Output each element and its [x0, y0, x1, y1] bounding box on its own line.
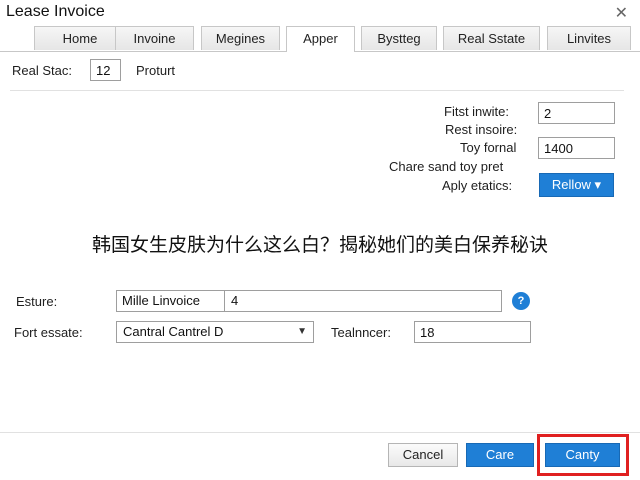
help-icon[interactable]: ? — [512, 292, 530, 310]
tab-bar: Home Invoine Megines Apper Bystteg Real … — [0, 26, 640, 52]
first-invite-label: Fitst inwite: — [444, 104, 510, 119]
tealnncer-input[interactable] — [414, 321, 531, 343]
tab-bystteg[interactable]: Bystteg — [361, 26, 437, 50]
esture-name: Mille Linvoice — [122, 293, 201, 308]
tab-apper[interactable]: Apper — [286, 26, 355, 52]
highlight-box — [537, 434, 629, 476]
chevron-down-icon: ▼ — [297, 326, 307, 337]
proturt-label: Proturt — [136, 63, 176, 78]
tab-real-sstate[interactable]: Real Sstate — [443, 26, 540, 50]
fort-essate-label: Fort essate: — [14, 325, 83, 340]
tab-megines[interactable]: Megines — [201, 26, 280, 50]
real-stac-input[interactable] — [90, 59, 121, 81]
esture-value: 4 — [231, 293, 239, 308]
banner-text: 韩国女生皮肤为什么这么白？揭秘她们的美白保养秘诀 — [91, 234, 548, 256]
esture-field[interactable]: Mille Linvoice 4 — [116, 290, 502, 312]
lease-invoice-window: Lease Invoice ✕ Home Invoine Megines App… — [0, 0, 640, 480]
close-icon[interactable]: ✕ — [615, 3, 628, 23]
rellow-dropdown-button[interactable]: Rellow ▾ — [539, 173, 614, 197]
field-divider — [224, 290, 225, 312]
esture-label: Esture: — [16, 294, 58, 309]
apply-label: Aply etatics: — [442, 178, 513, 193]
tealnncer-label: Tealnncer: — [331, 325, 391, 340]
title-bar: Lease Invoice ✕ — [0, 0, 640, 26]
first-invite-input[interactable] — [538, 102, 615, 124]
tab-invoine[interactable]: Invoine — [115, 26, 194, 50]
rest-label: Rest insoire: — [445, 122, 518, 137]
divider — [10, 90, 624, 91]
charge-label: Chare sand toy pret — [389, 159, 504, 174]
care-button[interactable]: Care — [466, 443, 534, 467]
window-title: Lease Invoice — [6, 3, 105, 20]
footer-divider — [0, 432, 640, 433]
tab-home[interactable]: Home — [34, 26, 126, 50]
cancel-button[interactable]: Cancel — [388, 443, 458, 467]
tab-linvites[interactable]: Linvites — [547, 26, 631, 50]
total-label: Toy fornal — [460, 140, 517, 155]
total-input[interactable] — [538, 137, 615, 159]
fort-essate-value: Cantral Cantrel D — [123, 324, 224, 339]
real-stac-label: Real Stac: — [12, 63, 72, 78]
fort-essate-select[interactable]: Cantral Cantrel D ▼ — [116, 321, 314, 343]
